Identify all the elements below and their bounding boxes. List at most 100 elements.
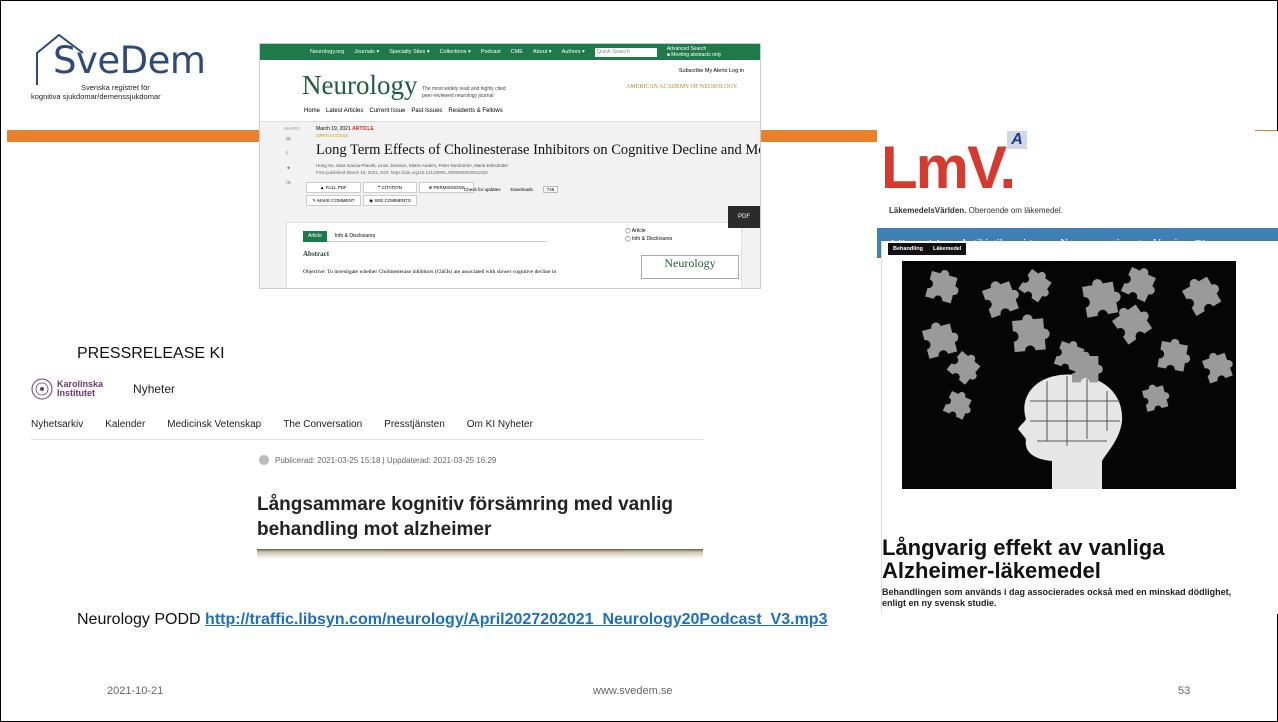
- ki-nav-item[interactable]: Nyhetsarkiv: [31, 419, 83, 430]
- slide: SveDem Svenska registret för kognitiva s…: [0, 0, 1278, 722]
- meeting-only-label: Meeting abstracts only: [671, 52, 722, 58]
- footer-date: 2021-10-21: [107, 685, 164, 697]
- article-tabs: Article Info & Disclosures: [303, 231, 547, 242]
- neurology-logo[interactable]: Neurology: [302, 70, 417, 101]
- podcast-line: Neurology PODD http://traffic.libsyn.com…: [77, 611, 827, 629]
- share-label: SHARE: [284, 126, 300, 131]
- article-published: First published March 19, 2021, DOI: htt…: [316, 170, 488, 175]
- tab-article[interactable]: Article: [303, 231, 327, 242]
- nav-item[interactable]: Current Issue: [369, 108, 405, 114]
- footer-site: www.svedem.se: [593, 685, 673, 697]
- topnav-item[interactable]: Authors ▾: [562, 49, 585, 55]
- neurology-nav: Home Latest Articles Current Issue Past …: [304, 108, 503, 114]
- svedem-logo: SveDem Svenska registret för kognitiva s…: [29, 31, 209, 111]
- topnav-item[interactable]: Journals ▾: [354, 49, 379, 55]
- citation-button[interactable]: ❝ CITATION: [362, 182, 418, 193]
- article-metrics: Check for updates Downloads 746: [464, 186, 559, 193]
- lmv-screenshot: LmV. A LäkemedelsVärlden. Oberoende om l…: [877, 131, 1278, 614]
- lmv-article-lead: Behandlingen som används i dag associera…: [882, 587, 1232, 608]
- topnav-item[interactable]: Specialty Sites ▾: [389, 49, 429, 55]
- account-links[interactable]: Subscribe My Alerts Log in: [679, 68, 744, 74]
- ki-nyheter[interactable]: Nyheter: [133, 382, 175, 396]
- ki-published: Publicerad: 2021-03-25 15:18 | Uppdatera…: [259, 455, 496, 465]
- linkedin-icon[interactable]: in: [286, 180, 296, 186]
- nav-item[interactable]: Latest Articles: [326, 108, 363, 114]
- article-date: March 19, 2021 ARTICLE: [316, 126, 374, 132]
- ki-nav-item[interactable]: The Conversation: [283, 419, 362, 430]
- pdf-button[interactable]: PDF: [728, 206, 760, 228]
- footer-page-number: 53: [1178, 685, 1191, 697]
- nav-item[interactable]: Home: [304, 108, 320, 114]
- ki-nav-item[interactable]: Presstjänsten: [384, 419, 445, 430]
- article-panel: Article Info & Disclosures Abstract Obje…: [286, 222, 742, 288]
- ki-name: Karolinska Institutet: [57, 380, 103, 398]
- press-release-label: PRESSRELEASE KI: [77, 345, 225, 362]
- abstract-objective: Objective: To investigate whether Cholin…: [303, 269, 557, 275]
- logo-subtitle-1: Svenska registret för: [81, 83, 150, 92]
- share-icons: ✉ f ✦ in: [286, 136, 296, 186]
- podcast-link[interactable]: http://traffic.libsyn.com/neurology/Apri…: [205, 611, 827, 628]
- tag-lakemedel[interactable]: Läkemedel: [927, 243, 967, 255]
- radio-icon[interactable]: ◯: [625, 236, 632, 242]
- ki-nav-item[interactable]: Om KI Nyheter: [467, 419, 533, 430]
- twitter-icon[interactable]: ✦: [286, 165, 296, 172]
- lmv-badge-icon: A: [1007, 131, 1027, 149]
- ki-article-title: Långsammare kognitiv försämring med vanl…: [257, 494, 673, 540]
- lmv-subtitle: LäkemedelsVärlden. Oberoende om läkemede…: [889, 206, 1063, 215]
- downloads-count: 746: [542, 186, 559, 193]
- lmv-subtitle-rest: Oberoende om läkemedel.: [966, 206, 1063, 215]
- podcast-ad[interactable]: Neurology: [641, 255, 739, 279]
- ki-seal-icon: [31, 378, 53, 400]
- logo-subtitle-2: kognitiva sjukdomar/demenssjukdomar: [31, 92, 161, 101]
- ki-name-line2: Institutet: [57, 388, 95, 398]
- article-actions: ▲ FULL PDF ❝ CITATION ⊕ PERMISSIONS ✎ MA…: [306, 182, 474, 206]
- downloads-label: Downloads: [510, 187, 533, 192]
- lmv-tags: Behandling Läkemedel: [888, 243, 967, 255]
- date-text: March 19, 2021: [316, 126, 351, 132]
- see-comments-button[interactable]: ◉ SEE COMMENTS: [362, 195, 418, 206]
- logo-word: SveDem: [53, 39, 206, 82]
- side-article-link[interactable]: Article: [632, 228, 646, 234]
- topnav-item[interactable]: About ▾: [533, 49, 552, 55]
- ki-nav-item[interactable]: Kalender: [105, 419, 145, 430]
- aan-logo: AMERICAN ACADEMY OF NEUROLOGY.: [625, 84, 738, 90]
- ki-article-image: [257, 549, 703, 559]
- podcast-label: Neurology PODD: [77, 611, 206, 628]
- puzzle-head-image: [902, 261, 1236, 489]
- tab-info-disclosures[interactable]: Info & Disclosures: [326, 231, 547, 242]
- puzzle-head-illustration: [920, 263, 1236, 489]
- topnav-item[interactable]: Neurology.org: [310, 49, 344, 55]
- ki-header: Karolinska Institutet Nyheter: [31, 376, 175, 402]
- email-icon[interactable]: ✉: [286, 136, 296, 143]
- nav-item[interactable]: Past Issues: [411, 108, 442, 114]
- lmv-title-line1: Långvarig effekt av vanliga: [882, 535, 1165, 560]
- topnav-item[interactable]: Collections ▾: [440, 49, 471, 55]
- ki-nav-item[interactable]: Medicinsk Vetenskap: [167, 419, 261, 430]
- facebook-icon[interactable]: f: [286, 151, 296, 157]
- radio-icon[interactable]: ◯: [625, 228, 632, 234]
- ki-logo[interactable]: Karolinska Institutet: [31, 378, 103, 400]
- topnav-item[interactable]: Podcast: [481, 49, 501, 55]
- ki-published-text: Publicerad: 2021-03-25 15:18 | Uppdatera…: [275, 455, 497, 465]
- article-title: Long Term Effects of Cholinesterase Inhi…: [316, 142, 761, 158]
- quick-search-input[interactable]: Quick Search: [594, 47, 657, 57]
- topnav-item[interactable]: CME: [511, 49, 523, 55]
- article-label: ARTICLE: [352, 126, 374, 132]
- advanced-search[interactable]: Advanced Search ■ Meeting abstracts only: [667, 46, 721, 58]
- accent-line-middle: [761, 130, 877, 142]
- lmv-subtitle-bold: LäkemedelsVärlden.: [889, 206, 967, 215]
- lmv-logo[interactable]: LmV.: [881, 133, 1016, 202]
- side-info-link[interactable]: Info & Disclosures: [632, 236, 672, 242]
- ki-nav: Nyhetsarkiv Kalender Medicinsk Vetenskap…: [31, 419, 533, 430]
- neurology-screenshot: Neurology.org Journals ▾ Specialty Sites…: [259, 43, 761, 289]
- make-comment-button[interactable]: ✎ MAKE COMMENT: [306, 195, 361, 206]
- ki-divider: [31, 439, 703, 440]
- neurology-tagline: The most widely read and highly cited pe…: [422, 86, 506, 99]
- clock-icon: [259, 455, 269, 465]
- check-updates-button[interactable]: Check for updates: [464, 187, 501, 192]
- article-side-links: ◯ Article ◯ Info & Disclosures: [625, 227, 672, 243]
- neurology-topbar: Neurology.org Journals ▾ Specialty Sites…: [260, 44, 760, 60]
- nav-item[interactable]: Residents & Fellows: [448, 108, 502, 114]
- full-pdf-button[interactable]: ▲ FULL PDF: [306, 182, 361, 193]
- tag-behandling[interactable]: Behandling: [888, 243, 928, 255]
